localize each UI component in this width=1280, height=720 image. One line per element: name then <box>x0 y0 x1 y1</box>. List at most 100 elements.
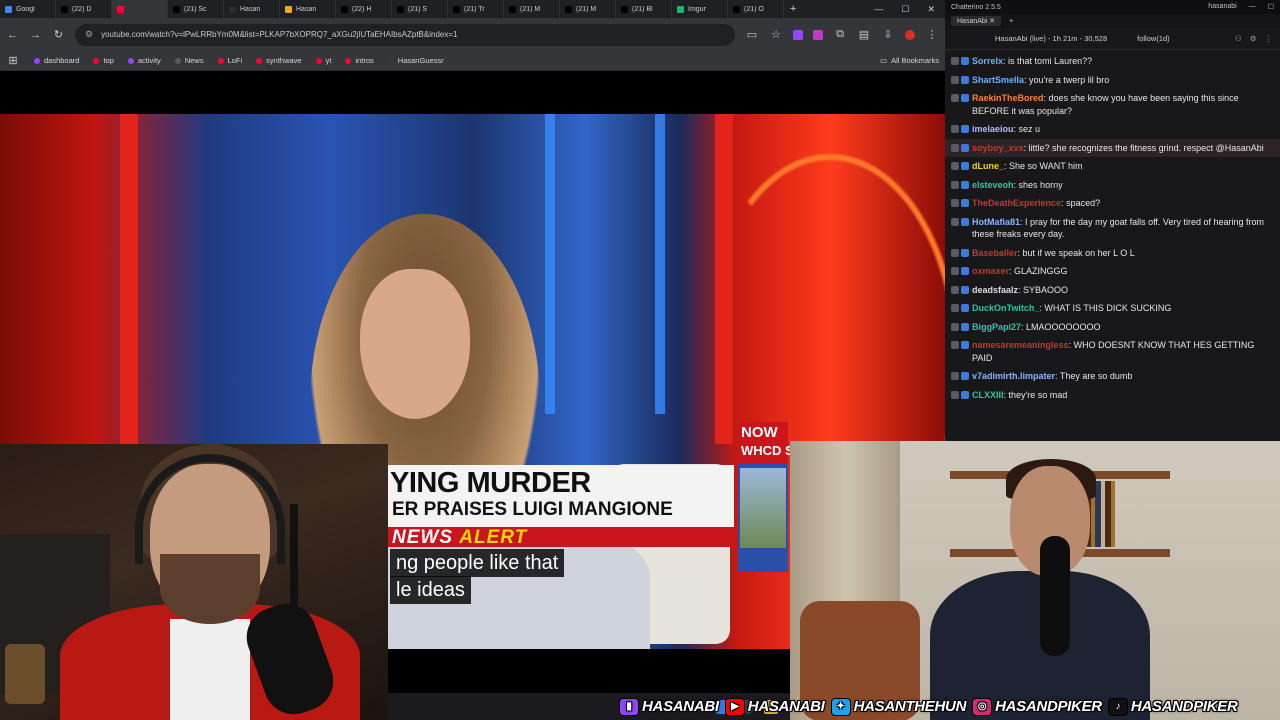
chat-message[interactable]: DuckOnTwitch_: WHAT IS THIS DICK SUCKING <box>951 299 1274 318</box>
chat-tab-hasanabi[interactable]: HasanAbi ✕ <box>951 16 1002 26</box>
chat-username[interactable]: deadsfaalz <box>972 285 1018 295</box>
sidepanel-icon[interactable]: ▤ <box>857 28 871 41</box>
browser-tab[interactable]: (22) H <box>336 0 392 18</box>
chat-message[interactable]: oxmaxer: GLAZINGGG <box>951 262 1274 281</box>
maximize-icon[interactable]: ☐ <box>1268 3 1274 11</box>
browser-tab[interactable]: (21) S <box>392 0 448 18</box>
chat-username[interactable]: v7adimirth.limpater <box>972 371 1055 381</box>
bookmark-item[interactable]: HasanGuessr <box>387 56 444 65</box>
chat-message[interactable]: ShartSmella: you're a twerp lil bro <box>951 71 1274 90</box>
bookmark-item[interactable]: yt <box>315 56 331 65</box>
chat-message[interactable]: imelaeiou: sez u <box>951 120 1274 139</box>
twitch-extension-icon[interactable] <box>793 29 803 40</box>
chat-message[interactable]: elsteveoh: shes horny <box>951 176 1274 195</box>
bookmark-item[interactable]: LoFi <box>217 56 242 65</box>
more-icon[interactable]: ⋮ <box>1265 34 1273 43</box>
apps-grid-icon[interactable]: ⊞ <box>6 54 20 67</box>
chat-username[interactable]: TheDeathExperience <box>972 198 1061 208</box>
account-label[interactable]: hasanabi <box>1208 3 1236 11</box>
chat-username[interactable]: BiggPapi27 <box>972 322 1021 332</box>
bookmark-star-icon[interactable]: ☆ <box>769 28 783 41</box>
user-badges <box>951 302 969 312</box>
tab-favicon-icon <box>229 5 236 13</box>
chat-username[interactable]: RaekinTheBored <box>972 93 1044 103</box>
reload-icon[interactable]: ↻ <box>52 28 65 41</box>
bookmark-item[interactable]: synthwave <box>256 56 302 65</box>
chat-username[interactable]: CLXXIII <box>972 390 1004 400</box>
chat-username[interactable]: oxmaxer <box>972 266 1009 276</box>
social-handles-overlay: ▮ HASANABI ▶ HASANABI ✦ HASANTHEHUN ◎ HASANDPIK… <box>615 693 1280 720</box>
social-instagram: ◎ HASANDPIKER <box>972 697 1102 716</box>
add-tab-icon[interactable]: + <box>1009 18 1013 25</box>
chat-username[interactable]: dLune_ <box>972 161 1004 171</box>
chat-message[interactable]: TheDeathExperience: spaced? <box>951 194 1274 213</box>
chat-message[interactable]: deadsfaalz: SYBAOOO <box>951 281 1274 300</box>
follow-status[interactable]: follow(1d) <box>1137 34 1170 43</box>
chat-username[interactable]: soyboy_xvx <box>972 143 1024 153</box>
new-tab-button[interactable]: + <box>784 3 802 15</box>
browser-tab[interactable]: (21) M <box>504 0 560 18</box>
user-badges <box>951 123 969 133</box>
browser-tab[interactable] <box>112 0 168 18</box>
badge-icon <box>951 75 959 84</box>
chat-username[interactable]: Sorrelx <box>972 56 1003 66</box>
chat-username[interactable]: ShartSmella <box>972 75 1024 85</box>
browser-tab[interactable]: (22) D <box>56 0 112 18</box>
settings-icon[interactable]: ⚙ <box>1250 34 1257 43</box>
extension-icon[interactable] <box>813 29 823 40</box>
puzzle-icon[interactable]: ⧉ <box>833 28 847 41</box>
chat-message[interactable]: soyboy_xvx: little? she recognizes the f… <box>945 138 1280 157</box>
chat-text: WHAT IS THIS DICK SUCKING <box>1044 303 1172 313</box>
browser-tab[interactable]: (21) Tr <box>448 0 504 18</box>
profile-avatar[interactable] <box>905 29 915 40</box>
site-info-icon[interactable]: ⚙ <box>85 29 93 40</box>
tab-label: (22) D <box>72 5 92 13</box>
chat-message[interactable]: v7adimirth.limpater: They are so dumb <box>951 367 1274 386</box>
tab-favicon-icon <box>117 5 124 13</box>
bookmark-item[interactable]: top <box>93 56 114 65</box>
close-window-icon[interactable]: ✕ <box>927 4 935 15</box>
bookmark-item[interactable]: intros <box>345 56 374 65</box>
cast-icon[interactable]: ▭ <box>745 28 759 41</box>
chat-username[interactable]: DuckOnTwitch_ <box>972 303 1039 313</box>
user-badges <box>951 389 969 399</box>
chat-username[interactable]: elsteveoh <box>972 180 1014 190</box>
all-bookmarks[interactable]: ▭ All Bookmarks <box>880 56 939 65</box>
bookmark-favicon-icon <box>34 57 40 64</box>
social-handle: HASANABI <box>747 698 825 715</box>
chat-username[interactable]: Baseballer <box>972 248 1018 258</box>
menu-icon[interactable]: ⋮ <box>925 28 939 41</box>
bookmark-item[interactable]: dashboard <box>34 56 79 65</box>
browser-tab[interactable]: Hasan <box>224 0 280 18</box>
chat-message[interactable]: Sorrelx: is that tomi Lauren?? <box>951 52 1274 71</box>
minimize-icon[interactable]: — <box>1249 3 1256 11</box>
download-icon[interactable]: ⇩ <box>881 28 895 41</box>
browser-tab[interactable]: Googl <box>0 0 56 18</box>
maximize-icon[interactable]: ☐ <box>901 4 909 15</box>
chat-message[interactable]: dLune_: She so WANT him <box>951 157 1274 176</box>
chat-message[interactable]: namesaremeaningless: WHO DOESNT KNOW THA… <box>951 336 1274 367</box>
url-bar[interactable]: ⚙ youtube.com/watch?v=lPwLRRbYm0M&list=P… <box>75 23 735 46</box>
bookmark-item[interactable]: activity <box>127 56 161 65</box>
chat-username[interactable]: HotMafia81 <box>972 217 1020 227</box>
browser-tab[interactable]: Imgur <box>672 0 728 18</box>
user-badges <box>951 197 969 207</box>
browser-tab[interactable]: (21) O <box>728 0 784 18</box>
browser-tab[interactable]: Hasan <box>280 0 336 18</box>
bookmark-item[interactable]: News <box>174 56 204 65</box>
badge-icon <box>961 217 969 226</box>
chat-message[interactable]: HotMafia81: I pray for the day my goat f… <box>951 213 1274 244</box>
chat-message[interactable]: CLXXIII: they're so mad <box>951 386 1274 405</box>
chat-username[interactable]: namesaremeaningless <box>972 340 1069 350</box>
browser-tab[interactable]: (21) M <box>560 0 616 18</box>
minimize-icon[interactable]: — <box>874 4 883 15</box>
browser-tab[interactable]: (21) Sc <box>168 0 224 18</box>
user-list-icon[interactable]: ⚇ <box>1235 34 1242 43</box>
forward-icon[interactable]: → <box>29 29 42 41</box>
chat-username[interactable]: imelaeiou <box>972 124 1014 134</box>
chat-message[interactable]: RaekinTheBored: does she know you have b… <box>951 89 1274 120</box>
chat-message[interactable]: Baseballer: but if we speak on her L O L <box>951 244 1274 263</box>
browser-tab[interactable]: (21) Bl <box>616 0 672 18</box>
back-icon[interactable]: ← <box>6 29 19 41</box>
chat-message[interactable]: BiggPapi27: LMAOOOOOOOO <box>951 318 1274 337</box>
